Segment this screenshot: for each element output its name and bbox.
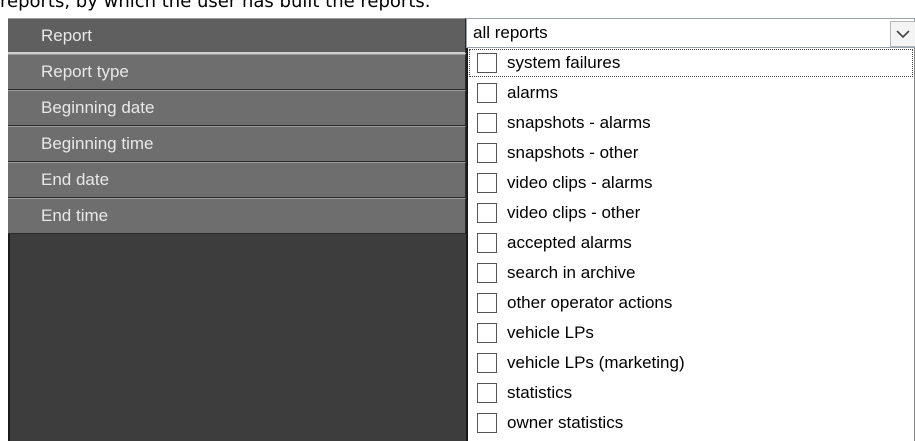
option-owner-statistics[interactable]: owner statistics — [468, 408, 914, 438]
option-label: video clips - alarms — [507, 173, 653, 192]
option-label: vehicle LPs — [507, 323, 594, 342]
option-snapshots-other[interactable]: snapshots - other — [468, 138, 914, 168]
field-beginning-time-label[interactable]: Beginning time — [8, 126, 466, 162]
option-vehicle-lps-marketing[interactable]: vehicle LPs (marketing) — [468, 348, 914, 378]
field-end-date-label[interactable]: End date — [8, 162, 466, 198]
checkbox[interactable] — [477, 83, 497, 103]
checkbox[interactable] — [477, 203, 497, 223]
option-label: search in archive — [507, 263, 636, 282]
option-other-operator-actions[interactable]: other operator actions — [468, 288, 914, 318]
option-label: accepted alarms — [507, 233, 632, 252]
option-label: other operator actions — [507, 293, 673, 312]
option-label: system failures — [507, 53, 621, 72]
option-label: owner statistics — [507, 413, 624, 432]
checkbox[interactable] — [477, 413, 497, 433]
dropdown-button[interactable] — [890, 21, 915, 47]
field-report-type-label[interactable]: Report type — [8, 54, 466, 90]
option-label: snapshots - alarms — [507, 113, 651, 132]
option-accepted-alarms[interactable]: accepted alarms — [468, 228, 914, 258]
option-snapshots-alarms[interactable]: snapshots - alarms — [468, 108, 914, 138]
report-select-value: all reports — [473, 23, 548, 42]
report-select[interactable]: all reports — [466, 18, 915, 48]
option-label: video clips - other — [507, 203, 641, 222]
checkbox[interactable] — [477, 233, 497, 253]
option-search-in-archive[interactable]: search in archive — [468, 258, 914, 288]
option-alarms[interactable]: alarms — [468, 78, 914, 108]
checkbox[interactable] — [477, 53, 497, 73]
checkbox[interactable] — [477, 113, 497, 133]
chevron-down-icon — [896, 30, 910, 39]
option-label: snapshots - other — [507, 143, 639, 162]
option-statistics[interactable]: statistics — [468, 378, 914, 408]
checkbox[interactable] — [477, 383, 497, 403]
checkbox[interactable] — [477, 293, 497, 313]
option-vehicle-lps[interactable]: vehicle LPs — [468, 318, 914, 348]
option-system-failures[interactable]: system failures — [468, 48, 914, 78]
report-options-list: system failures alarms snapshots - alarm… — [466, 48, 915, 441]
option-label: vehicle LPs (marketing) — [507, 353, 685, 372]
option-label: alarms — [507, 83, 559, 102]
field-report-label[interactable]: Report — [8, 18, 466, 54]
checkbox[interactable] — [477, 323, 497, 343]
checkbox[interactable] — [477, 263, 497, 283]
field-labels: Report Report type Beginning date Beginn… — [8, 18, 466, 234]
field-beginning-date-label[interactable]: Beginning date — [8, 90, 466, 126]
option-video-clips-alarms[interactable]: video clips - alarms — [468, 168, 914, 198]
option-label: statistics — [507, 383, 573, 402]
caption-text: reports, by which the user has built the… — [0, 0, 431, 12]
checkbox[interactable] — [477, 143, 497, 163]
option-video-clips-other[interactable]: video clips - other — [468, 198, 914, 228]
checkbox[interactable] — [477, 353, 497, 373]
field-end-time-label[interactable]: End time — [8, 198, 466, 234]
checkbox[interactable] — [477, 173, 497, 193]
